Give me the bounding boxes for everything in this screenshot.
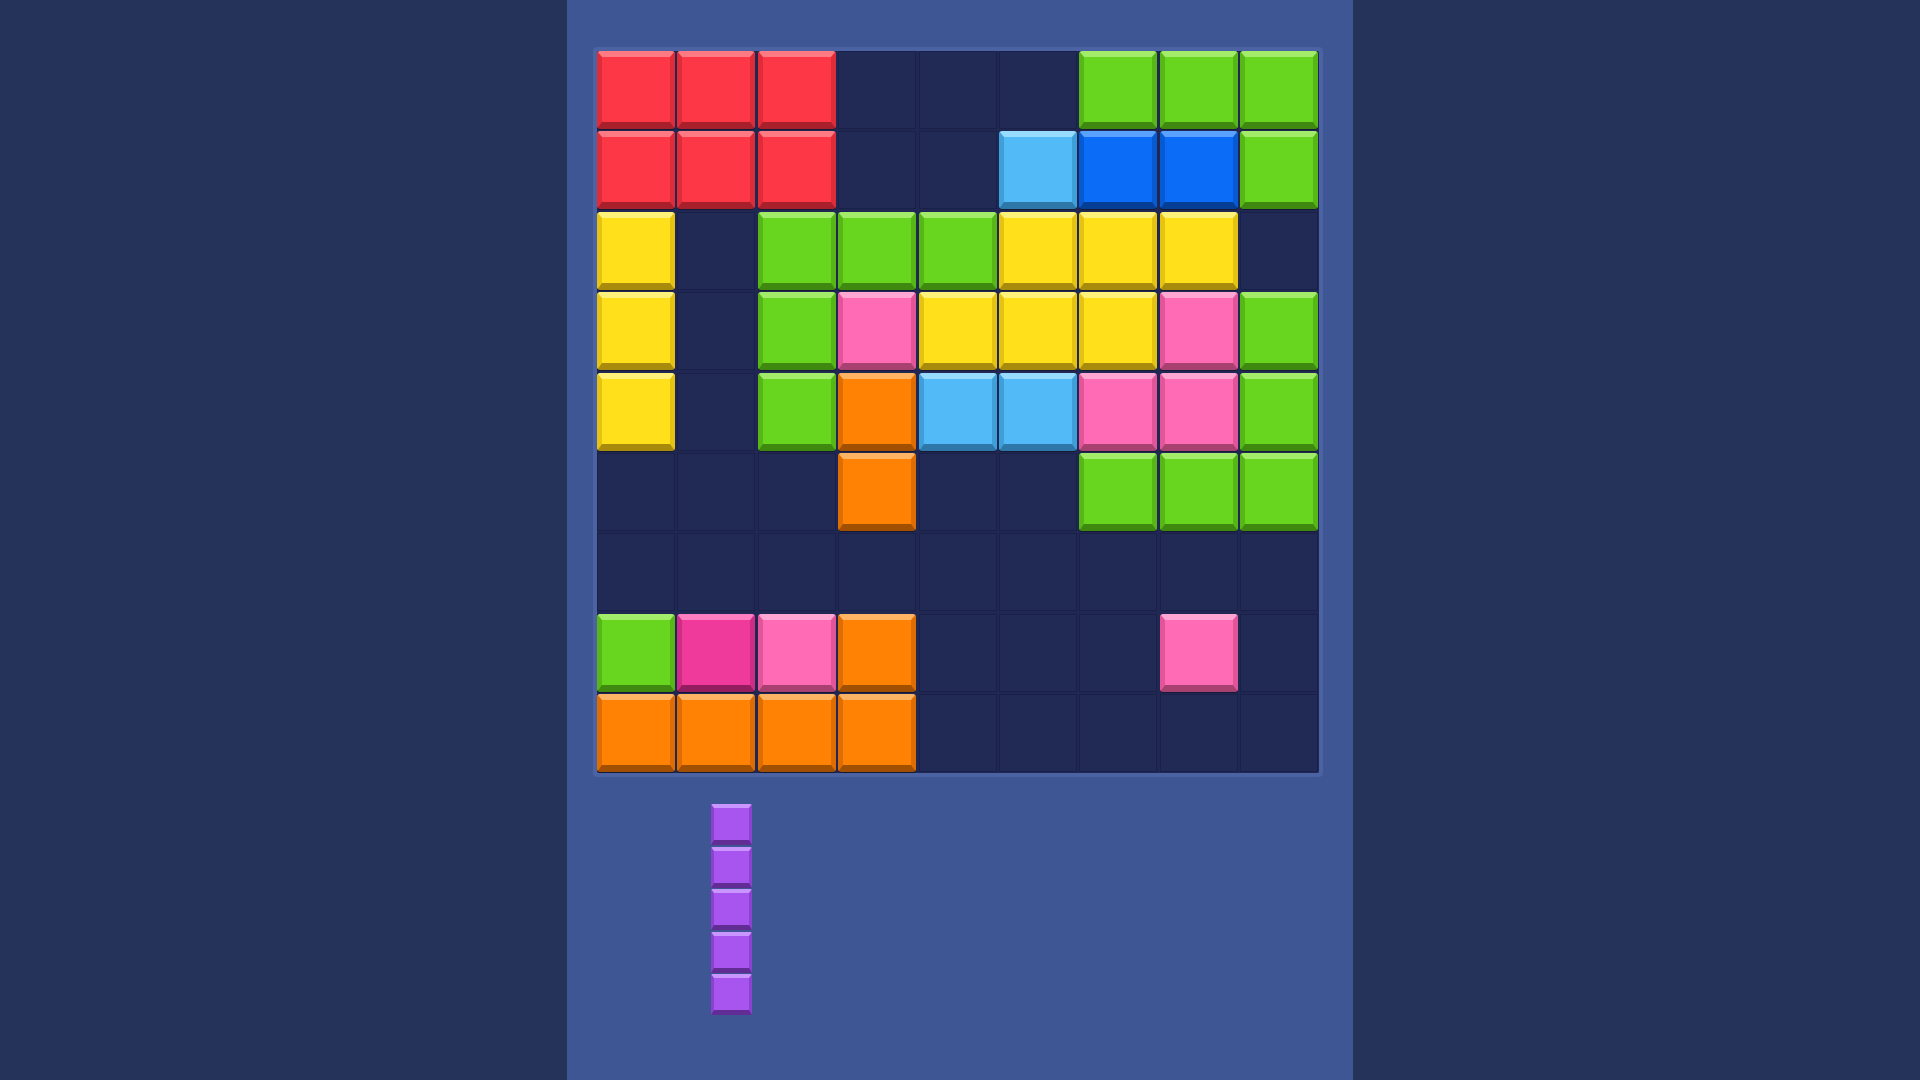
board-block[interactable] [757, 131, 836, 210]
tray-piece-block [711, 889, 752, 930]
board-block[interactable] [1159, 372, 1238, 451]
board-block[interactable] [1159, 211, 1238, 290]
board-empty-cell[interactable] [918, 131, 997, 210]
board-empty-cell[interactable] [838, 533, 917, 612]
board-empty-cell[interactable] [1159, 533, 1238, 612]
board-empty-cell[interactable] [677, 211, 756, 290]
board-block[interactable] [757, 613, 836, 692]
board-empty-cell[interactable] [677, 533, 756, 612]
board-block[interactable] [1240, 131, 1319, 210]
board-block[interactable] [1159, 131, 1238, 210]
board-block[interactable] [757, 211, 836, 290]
board-block[interactable] [999, 292, 1077, 371]
board-empty-cell[interactable] [1240, 613, 1319, 692]
board-empty-cell[interactable] [1079, 613, 1158, 692]
board-block[interactable] [597, 372, 675, 451]
vertical-i5-piece[interactable] [711, 804, 754, 1017]
board-block[interactable] [838, 453, 917, 531]
board-grid[interactable] [597, 51, 1319, 773]
board-empty-cell[interactable] [838, 131, 917, 210]
board-block[interactable] [677, 51, 756, 129]
board-empty-cell[interactable] [918, 51, 997, 129]
board-empty-cell[interactable] [918, 533, 997, 612]
board-block[interactable] [597, 613, 675, 692]
board-empty-cell[interactable] [918, 453, 997, 531]
board-block[interactable] [999, 211, 1077, 290]
board-block[interactable] [1240, 292, 1319, 371]
board-block[interactable] [838, 372, 917, 451]
board-block[interactable] [1079, 51, 1158, 129]
board-block[interactable] [677, 694, 756, 773]
board-block[interactable] [1159, 51, 1238, 129]
board-block[interactable] [1240, 453, 1319, 531]
board-empty-cell[interactable] [1240, 211, 1319, 290]
board-empty-cell[interactable] [1240, 533, 1319, 612]
board-empty-cell[interactable] [918, 694, 997, 773]
board-empty-cell[interactable] [1240, 694, 1319, 773]
board-empty-cell[interactable] [1159, 694, 1238, 773]
board-empty-cell[interactable] [999, 694, 1077, 773]
board-block[interactable] [597, 694, 675, 773]
tray-piece-block [711, 804, 752, 845]
game-screen [0, 0, 1920, 1080]
board-block[interactable] [1079, 131, 1158, 210]
board-block[interactable] [918, 372, 997, 451]
board-empty-cell[interactable] [597, 533, 675, 612]
board-empty-cell[interactable] [677, 372, 756, 451]
board-block[interactable] [838, 694, 917, 773]
board-empty-cell[interactable] [1079, 533, 1158, 612]
board-block[interactable] [1240, 51, 1319, 129]
board-block[interactable] [1079, 211, 1158, 290]
board-empty-cell[interactable] [999, 613, 1077, 692]
board-block[interactable] [918, 292, 997, 371]
board-block[interactable] [597, 211, 675, 290]
tray-piece-block [711, 846, 752, 888]
board-block[interactable] [677, 131, 756, 210]
board-block[interactable] [597, 292, 675, 371]
board-block[interactable] [757, 694, 836, 773]
board-block[interactable] [1079, 372, 1158, 451]
board-block[interactable] [838, 613, 917, 692]
board-empty-cell[interactable] [999, 453, 1077, 531]
board-empty-cell[interactable] [757, 533, 836, 612]
board-block[interactable] [838, 211, 917, 290]
board-block[interactable] [597, 51, 675, 129]
board-block[interactable] [1159, 453, 1238, 531]
board-block[interactable] [1240, 372, 1319, 451]
board-empty-cell[interactable] [597, 453, 675, 531]
board-block[interactable] [757, 292, 836, 371]
board-block[interactable] [597, 131, 675, 210]
tray-piece-block [711, 974, 752, 1015]
game-board[interactable] [593, 47, 1323, 777]
board-block[interactable] [999, 131, 1077, 210]
board-block[interactable] [999, 372, 1077, 451]
board-block[interactable] [838, 292, 917, 371]
board-block[interactable] [1159, 613, 1238, 692]
board-block[interactable] [1079, 292, 1158, 371]
board-block[interactable] [677, 613, 756, 692]
board-block[interactable] [918, 211, 997, 290]
board-empty-cell[interactable] [1079, 694, 1158, 773]
tray-piece-block [711, 931, 752, 973]
board-empty-cell[interactable] [918, 613, 997, 692]
board-empty-cell[interactable] [999, 51, 1077, 129]
board-empty-cell[interactable] [677, 453, 756, 531]
board-block[interactable] [757, 51, 836, 129]
board-empty-cell[interactable] [838, 51, 917, 129]
board-block[interactable] [1159, 292, 1238, 371]
board-empty-cell[interactable] [999, 533, 1077, 612]
board-empty-cell[interactable] [757, 453, 836, 531]
board-block[interactable] [757, 372, 836, 451]
board-block[interactable] [1079, 453, 1158, 531]
board-empty-cell[interactable] [677, 292, 756, 371]
